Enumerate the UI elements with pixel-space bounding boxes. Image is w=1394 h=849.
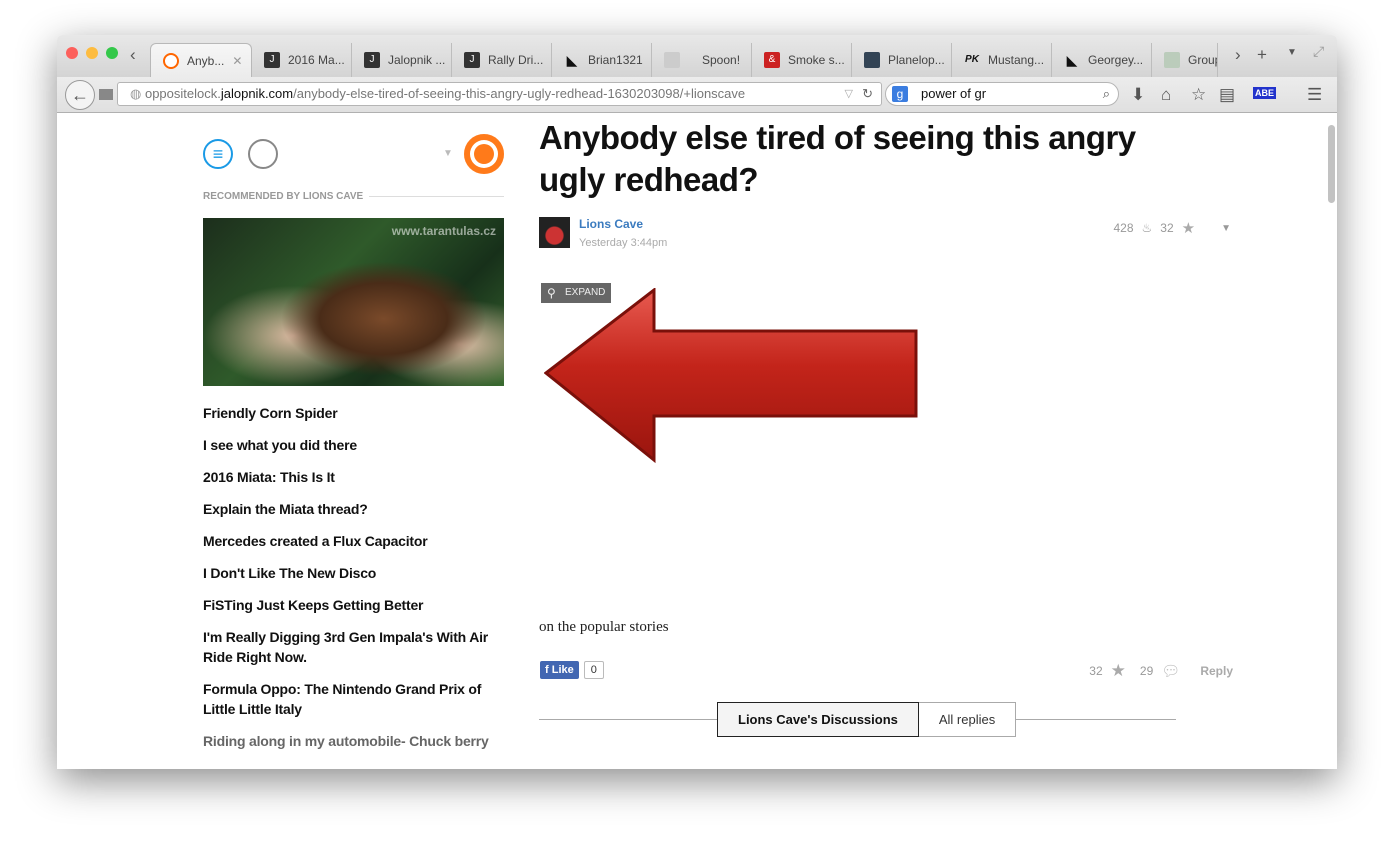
recommended-link[interactable]: I Don't Like The New Disco — [203, 563, 503, 583]
tab[interactable]: Group — [1152, 43, 1218, 77]
tabs-scroll-right-icon[interactable]: › — [1235, 45, 1241, 65]
tab-all-replies[interactable]: All replies — [918, 702, 1017, 737]
jalopnik-icon: J — [264, 52, 280, 68]
magnifier-icon: ⚲ — [547, 286, 556, 300]
comment-icon[interactable]: 💬︎ — [1161, 662, 1180, 680]
search-icon[interactable]: ⌕ — [1103, 83, 1110, 105]
facebook-like-button[interactable]: f Like — [540, 661, 579, 679]
tab[interactable]: J Jalopnik ... — [352, 43, 452, 77]
tab[interactable]: Planelop... — [852, 43, 952, 77]
avatar-icon — [664, 52, 680, 68]
reload-icon[interactable]: ↻ — [862, 83, 873, 105]
menu-icon[interactable]: ≡ — [203, 139, 233, 169]
dropdown-icon[interactable]: ▼ — [443, 148, 453, 159]
pk-icon: PK — [965, 54, 979, 65]
steering-wheel-icon — [163, 52, 179, 69]
expand-button[interactable]: ⚲ EXPAND — [541, 283, 611, 303]
menu-icon[interactable]: ☰ — [1307, 85, 1322, 105]
tab[interactable]: & Smoke s... — [752, 43, 852, 77]
addon-icon[interactable]: ABE — [1253, 87, 1277, 99]
download-icon[interactable]: ⬇ — [1131, 85, 1145, 105]
tab-list-icon[interactable]: ▼ — [1287, 47, 1297, 58]
post-body: on the popular stories — [539, 619, 669, 635]
close-window-button[interactable] — [66, 47, 78, 59]
star-icon[interactable]: ☆ — [1191, 85, 1206, 105]
kinja-icon: ◣ — [1066, 52, 1078, 68]
recommended-link[interactable]: Friendly Corn Spider — [203, 403, 503, 423]
author-link[interactable]: Lions Cave — [579, 217, 643, 231]
minimize-window-button[interactable] — [86, 47, 98, 59]
recommended-heading: RECOMMENDED BY LIONS CAVE — [203, 191, 504, 202]
close-tab-icon[interactable]: ✕ — [232, 54, 242, 68]
recommended-link[interactable]: FiSTing Just Keeps Getting Better — [203, 595, 503, 615]
fullscreen-icon[interactable]: ⤢ — [1313, 43, 1324, 60]
tab-active[interactable]: Anyb... ✕ — [150, 43, 252, 77]
navigation-bar: ← ◍ oppositelock.jalopnik.com/anybody-el… — [57, 77, 1337, 113]
like-count: 0 — [583, 661, 604, 679]
avatar-icon — [1164, 52, 1180, 68]
url-bar[interactable]: ◍ oppositelock.jalopnik.com/anybody-else… — [117, 82, 882, 106]
home-icon[interactable]: ⌂ — [1161, 85, 1171, 105]
recommended-link[interactable]: Explain the Miata thread? — [203, 499, 503, 519]
dropdown-icon[interactable]: ▽ — [845, 83, 853, 105]
recommended-link[interactable]: Riding along in my automobile- Chuck ber… — [203, 731, 503, 751]
search-input[interactable]: g power of gr ⌕ — [885, 82, 1119, 106]
reply-link[interactable]: Reply — [1200, 664, 1233, 678]
globe-icon: ◍ — [130, 86, 145, 101]
tabs-scroll-left-icon[interactable]: ‹ — [130, 45, 136, 65]
jalopnik-icon: J — [364, 52, 380, 68]
profile-circle-icon[interactable] — [248, 139, 278, 169]
tab[interactable]: PK Mustang... — [952, 43, 1052, 77]
ampersand-icon: & — [764, 52, 780, 68]
red-arrow-image — [544, 288, 918, 464]
tab-bar: ‹ Anyb... ✕ J 2016 Ma... J Jalopnik ... J Ra… — [57, 35, 1337, 77]
tab[interactable]: Spoon! — [652, 43, 752, 77]
kinja-icon: ◣ — [566, 52, 578, 68]
recommended-link[interactable]: I see what you did there — [203, 435, 503, 455]
scrollbar[interactable] — [1328, 125, 1335, 203]
recommended-link[interactable]: 2016 Miata: This Is It — [203, 467, 503, 487]
recommended-link[interactable]: Formula Oppo: The Nintendo Grand Prix of… — [203, 679, 503, 719]
image-watermark: www.tarantulas.cz — [391, 224, 496, 238]
post-menu-icon[interactable]: ▼ — [1221, 223, 1231, 234]
page-content: ≡ ▼ RECOMMENDED BY LIONS CAVE www.tarant… — [57, 113, 1337, 769]
post-footer: 32 ★ 29 💬︎ Reply — [1089, 661, 1233, 681]
recommended-link[interactable]: Mercedes created a Flux Capacitor — [203, 531, 503, 551]
back-button[interactable]: ← — [65, 80, 95, 110]
tab[interactable]: ◣ Georgey... — [1052, 43, 1152, 77]
tab[interactable]: ◣ Brian1321 — [552, 43, 652, 77]
avatar-icon — [864, 52, 880, 68]
star-icon[interactable]: ★ — [1111, 661, 1126, 681]
bookmarks-icon[interactable] — [99, 89, 113, 100]
post-title: Anybody else tired of seeing this angry … — [539, 119, 1136, 198]
post-time[interactable]: Yesterday 3:44pm — [579, 237, 667, 249]
recommended-link[interactable]: I'm Really Digging 3rd Gen Impala's With… — [203, 627, 503, 667]
facebook-like: f Like 0 — [540, 661, 604, 679]
google-icon[interactable]: g — [892, 86, 908, 102]
post-stats: 428 ♨ 32 ★ ▼ — [1113, 219, 1231, 237]
jalopnik-icon: J — [464, 52, 480, 68]
tab-lions-cave-discussions[interactable]: Lions Cave's Discussions — [717, 702, 919, 737]
spider-image[interactable]: www.tarantulas.cz — [203, 218, 504, 386]
new-tab-icon[interactable]: + — [1257, 45, 1267, 65]
tab[interactable]: J 2016 Ma... — [252, 43, 352, 77]
steering-wheel-logo-icon[interactable] — [464, 134, 504, 174]
reading-list-icon[interactable]: ▤ — [1219, 85, 1235, 105]
tab[interactable]: J Rally Dri... — [452, 43, 552, 77]
flame-icon: ♨ — [1141, 221, 1153, 235]
browser-window: ‹ Anyb... ✕ J 2016 Ma... J Jalopnik ... J Ra… — [57, 35, 1337, 769]
author-avatar[interactable] — [539, 217, 570, 248]
zoom-window-button[interactable] — [106, 47, 118, 59]
star-icon[interactable]: ★ — [1182, 219, 1195, 237]
